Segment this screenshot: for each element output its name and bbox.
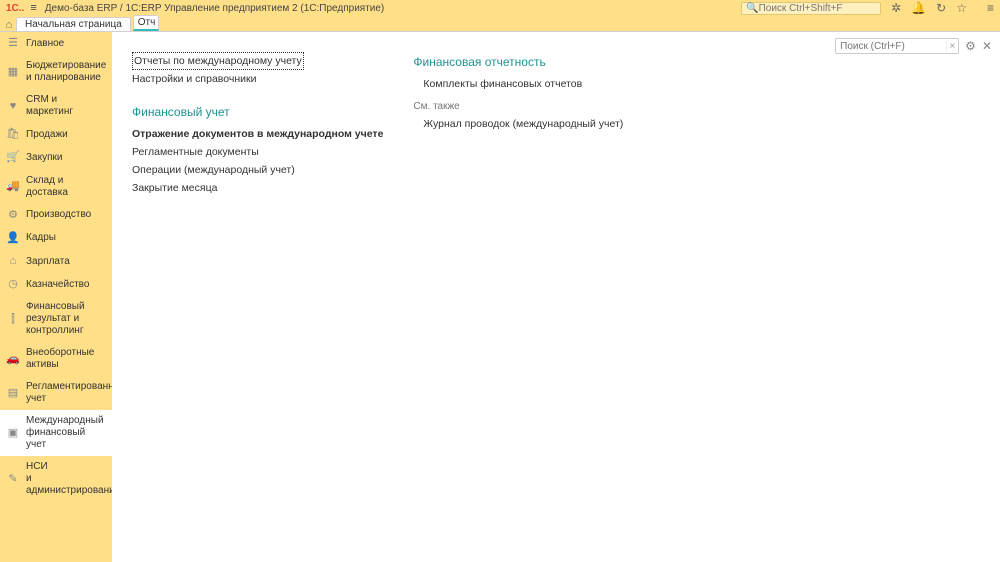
link-operations-intl[interactable]: Операции (международный учет) xyxy=(132,161,383,179)
sidebar-item-11[interactable]: 🚗 Внеоборотные активы xyxy=(0,342,112,376)
link-reg-documents[interactable]: Регламентные документы xyxy=(132,143,383,161)
gear-icon[interactable]: ⚙ xyxy=(965,39,976,53)
label-see-also: См. также xyxy=(413,93,623,115)
sidebar-label: Бюджетирование и планирование xyxy=(26,60,106,84)
history-icon[interactable]: ↻ xyxy=(936,1,946,15)
sidebar-item-6[interactable]: ⚙ Производство xyxy=(0,204,112,227)
compass-icon[interactable]: ✲ xyxy=(891,1,901,15)
sidebar-icon: 🚗 xyxy=(6,353,20,366)
heading-fin-accounting[interactable]: Финансовый учет xyxy=(132,102,383,125)
sidebar-icon: ☰ xyxy=(6,37,20,50)
sidebar-label: НСИ и администрирование xyxy=(26,461,112,497)
sidebar-label: Кадры xyxy=(26,232,56,244)
sidebar-item-9[interactable]: ◷ Казначейство xyxy=(0,273,112,296)
content-search[interactable]: × xyxy=(835,38,959,54)
title-bar: 1C.. ≡ Демо-база ERP / 1C:ERP Управление… xyxy=(0,0,1000,16)
sidebar: ☰ Главное ▦ Бюджетирование и планирование ♥ C… xyxy=(0,32,112,562)
content-panel: × ⚙ ✕ Отчеты по международному учету Нас… xyxy=(112,32,1000,562)
link-reports-intl[interactable]: Отчеты по международному учету xyxy=(132,52,304,70)
content-toolbar: × ⚙ ✕ xyxy=(835,38,992,54)
sidebar-label: Зарплата xyxy=(26,256,70,268)
sidebar-icon: ⚙ xyxy=(6,209,20,222)
sidebar-icon: ⌂ xyxy=(6,255,20,268)
sidebar-item-4[interactable]: 🛒 Закупки xyxy=(0,146,112,169)
sidebar-label: Внеоборотные активы xyxy=(26,347,106,371)
sidebar-item-8[interactable]: ⌂ Зарплата xyxy=(0,250,112,273)
content-columns: Отчеты по международному учету Настройки… xyxy=(132,52,988,197)
sidebar-label: Продажи xyxy=(26,129,68,141)
clear-search-icon[interactable]: × xyxy=(946,41,959,52)
sidebar-item-1[interactable]: ▦ Бюджетирование и планирование xyxy=(0,55,112,89)
sidebar-icon: ▣ xyxy=(6,427,20,440)
sidebar-icon: ✎ xyxy=(6,473,20,486)
column-1: Отчеты по международному учету Настройки… xyxy=(132,52,383,197)
sidebar-icon: ▤ xyxy=(6,387,20,400)
global-search[interactable]: 🔍 xyxy=(741,2,881,15)
column-2: Финансовая отчетность Комплекты финансов… xyxy=(413,52,623,197)
link-journal-entries[interactable]: Журнал проводок (международный учет) xyxy=(413,115,623,133)
link-settings-refs[interactable]: Настройки и справочники xyxy=(132,70,383,88)
sidebar-icon: ◷ xyxy=(6,278,20,291)
tab-home[interactable]: Начальная страница xyxy=(16,17,131,31)
sidebar-label: Казначейство xyxy=(26,279,89,291)
sidebar-label: Международный финансовый учет xyxy=(26,415,106,451)
sidebar-label: Склад и доставка xyxy=(26,175,106,199)
star-icon[interactable]: ☆ xyxy=(956,1,967,15)
sidebar-label: Регламентированный учет xyxy=(26,381,112,405)
main-area: ☰ Главное ▦ Бюджетирование и планирование ♥ C… xyxy=(0,32,1000,562)
sidebar-icon: 🛍 xyxy=(6,128,20,141)
sidebar-icon: 🛒 xyxy=(6,151,20,164)
link-month-close[interactable]: Закрытие месяца xyxy=(132,179,383,197)
sidebar-item-14[interactable]: ✎ НСИ и администрирование xyxy=(0,456,112,502)
sidebar-icon: ⫿ xyxy=(6,313,20,326)
sidebar-item-3[interactable]: 🛍 Продажи xyxy=(0,123,112,146)
sidebar-label: Производство xyxy=(26,209,91,221)
sidebar-icon: 👤 xyxy=(6,232,20,245)
sidebar-item-10[interactable]: ⫿ Финансовый результат и контроллинг xyxy=(0,296,112,342)
sidebar-item-0[interactable]: ☰ Главное xyxy=(0,32,112,55)
window-title: Демо-база ERP / 1C:ERP Управление предпр… xyxy=(45,3,741,14)
bell-icon[interactable]: 🔔 xyxy=(911,1,926,15)
heading-fin-reporting[interactable]: Финансовая отчетность xyxy=(413,52,623,75)
hamburger-icon[interactable]: ≡ xyxy=(30,2,36,14)
sidebar-icon: ▦ xyxy=(6,66,20,79)
sidebar-label: Главное xyxy=(26,38,64,50)
sidebar-item-7[interactable]: 👤 Кадры xyxy=(0,227,112,250)
sidebar-icon: ♥ xyxy=(6,100,20,113)
link-doc-reflection[interactable]: Отражение документов в международном уче… xyxy=(132,125,383,143)
tab-reports[interactable]: Отч xyxy=(133,15,159,31)
link-report-sets[interactable]: Комплекты финансовых отчетов xyxy=(413,75,623,93)
search-icon: 🔍 xyxy=(746,3,758,14)
sidebar-label: CRM и маркетинг xyxy=(26,94,106,118)
content-search-input[interactable] xyxy=(836,41,945,52)
filter-icon[interactable]: ≡ xyxy=(987,1,994,15)
sidebar-label: Закупки xyxy=(26,152,62,164)
home-icon[interactable]: ⌂ xyxy=(2,19,16,31)
sidebar-label: Финансовый результат и контроллинг xyxy=(26,301,106,337)
close-icon[interactable]: ✕ xyxy=(982,39,992,53)
tab-bar: ⌂ Начальная страница Отч xyxy=(0,16,1000,32)
app-logo: 1C.. xyxy=(6,3,24,14)
sidebar-icon: 🚚 xyxy=(6,180,20,193)
sidebar-item-12[interactable]: ▤ Регламентированный учет xyxy=(0,376,112,410)
sidebar-item-13[interactable]: ▣ Международный финансовый учет xyxy=(0,410,112,456)
sidebar-item-2[interactable]: ♥ CRM и маркетинг xyxy=(0,89,112,123)
global-search-input[interactable] xyxy=(759,3,877,14)
sidebar-item-5[interactable]: 🚚 Склад и доставка xyxy=(0,170,112,204)
